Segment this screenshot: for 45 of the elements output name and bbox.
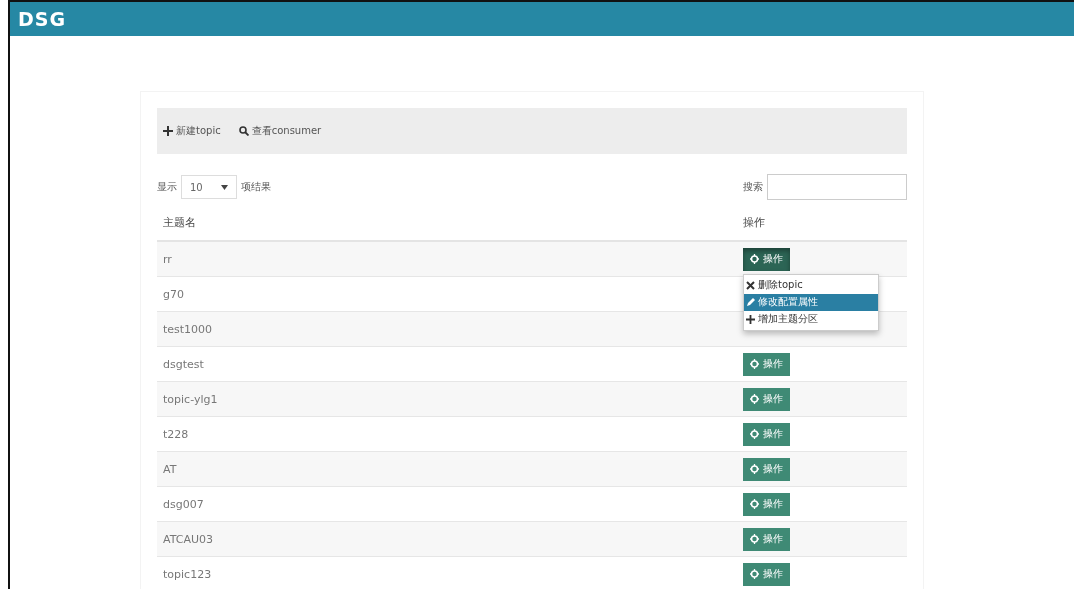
logo: DSG bbox=[18, 8, 67, 30]
gear-icon bbox=[750, 429, 759, 439]
menu-item[interactable]: 删除topic bbox=[744, 276, 878, 294]
pencil-icon bbox=[746, 297, 755, 307]
column-header: 操作 bbox=[743, 214, 765, 230]
page-size-select[interactable]: 10 bbox=[181, 175, 237, 199]
topic-name: t228 bbox=[162, 427, 190, 441]
topic-name: AT bbox=[162, 462, 178, 476]
show-label: 显示 bbox=[157, 180, 177, 194]
menu-item[interactable]: 增加主题分区 bbox=[744, 310, 878, 328]
topic-name: g70 bbox=[162, 287, 185, 301]
action-button[interactable]: 操作 bbox=[743, 247, 790, 271]
view-consumer-link[interactable]: 查看consumer bbox=[238, 124, 322, 138]
close-icon bbox=[746, 280, 755, 290]
topic-name: topic-ylg1 bbox=[162, 392, 219, 406]
topic-name: dsgtest bbox=[162, 357, 205, 371]
gear-icon bbox=[750, 534, 759, 544]
action-button[interactable]: 操作 bbox=[743, 492, 790, 516]
action-button[interactable]: 操作 bbox=[743, 457, 790, 481]
menu-item[interactable]: 修改配置属性 bbox=[744, 293, 878, 311]
column-header: 主题名 bbox=[162, 214, 197, 230]
topic-name: dsg007 bbox=[162, 497, 205, 511]
gear-icon bbox=[750, 254, 759, 264]
gear-icon bbox=[750, 394, 759, 404]
search-label: 搜索 bbox=[743, 180, 763, 194]
gear-icon bbox=[750, 464, 759, 474]
action-button[interactable]: 操作 bbox=[743, 562, 790, 586]
gear-icon bbox=[750, 359, 759, 369]
action-button[interactable]: 操作 bbox=[743, 352, 790, 376]
topic-name: test1000 bbox=[162, 322, 214, 336]
topic-name: rr bbox=[162, 252, 173, 266]
gear-icon bbox=[750, 569, 759, 579]
action-button[interactable]: 操作 bbox=[743, 387, 790, 411]
topic-name: ATCAU03 bbox=[162, 532, 214, 546]
action-button[interactable]: 操作 bbox=[743, 527, 790, 551]
search-icon bbox=[238, 126, 249, 136]
results-label: 项结果 bbox=[241, 180, 271, 194]
plus-icon bbox=[163, 126, 173, 136]
new-topic-link[interactable]: 新建topic bbox=[163, 124, 221, 138]
action-button[interactable]: 操作 bbox=[743, 422, 790, 446]
search-field[interactable] bbox=[767, 174, 907, 200]
topic-name: topic123 bbox=[162, 567, 213, 581]
caret-icon bbox=[221, 184, 228, 190]
gear-icon bbox=[750, 499, 759, 509]
plus-icon bbox=[746, 314, 755, 324]
